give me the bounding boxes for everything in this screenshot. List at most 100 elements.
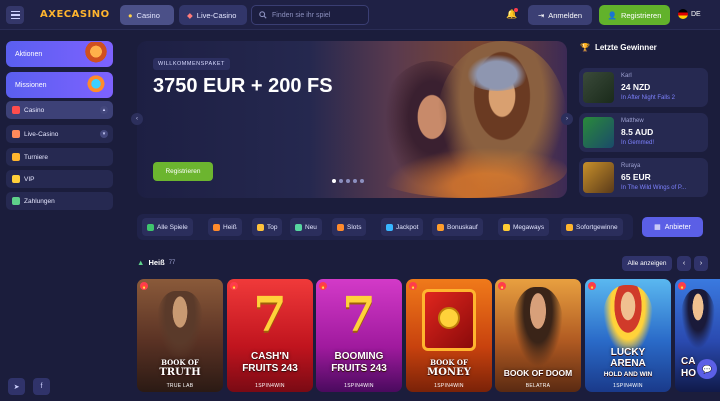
game-provider: BELATRA (525, 383, 551, 389)
sidebar-item-live-casino[interactable]: Live-Casino ▾ (6, 125, 113, 143)
category-neu[interactable]: Neu (290, 218, 322, 236)
providers-button[interactable]: ▦ Anbieter (642, 217, 703, 237)
game-card-lucky-arena[interactable]: 🔥 LUCKY ARENA HOLD AND WIN 1SPIN4WIN (585, 279, 671, 392)
sidebar-item-label: Zahlungen (24, 197, 55, 205)
hero-banner[interactable]: WILLKOMMENSPAKET 3750 EUR + 200 FS Regis… (137, 41, 567, 198)
category-label: Slots (347, 223, 362, 231)
winner-game-thumbnail (583, 117, 614, 148)
carousel-dot[interactable] (353, 179, 357, 183)
register-button[interactable]: 👤 Registrieren (599, 5, 670, 25)
new-icon (295, 223, 302, 231)
hot-badge-icon: 🔥 (498, 282, 506, 290)
nav-live-casino[interactable]: ◆ Live-Casino (179, 5, 247, 25)
facebook-icon[interactable]: f (33, 378, 50, 395)
character-art (157, 291, 203, 361)
carousel-dot[interactable] (360, 179, 364, 183)
hamburger-menu-icon[interactable] (6, 6, 24, 24)
slots-icon (337, 223, 344, 231)
winner-name: Matthew (621, 118, 644, 124)
hot-badge-icon: 🔥 (588, 282, 596, 290)
section-count: 77 (168, 259, 176, 266)
language-code: DE (691, 10, 701, 18)
winner-card[interactable]: Karl 24 NZD In After Night Falls 2 (579, 68, 708, 107)
carousel-prev-icon[interactable]: ‹ (131, 113, 143, 125)
category-megaways[interactable]: Megaways (498, 218, 550, 236)
login-button[interactable]: ⇥ Anmelden (528, 5, 592, 25)
live-chat-icon[interactable]: 💬 (697, 359, 717, 379)
winners-title-label: Letzte Gewinner (594, 43, 657, 52)
nav-casino[interactable]: ● Casino (120, 5, 174, 25)
crown-icon (12, 175, 20, 183)
bonus-icon (437, 223, 444, 231)
winner-card[interactable]: Matthew 8.5 AUD In Gemmed! (579, 113, 708, 152)
casino-chips-icon: ● (128, 10, 133, 20)
game-title-line2: TRUTH (159, 367, 201, 378)
category-label: Top (267, 223, 278, 231)
game-card-booming-fruits-243[interactable]: 7 🔥 BOOMING FRUITS 243 1SPIN4WIN (316, 279, 402, 392)
hero-illustration (367, 41, 567, 198)
category-label: Neu (305, 223, 317, 231)
sidebar-item-turniere[interactable]: Turniere (6, 148, 113, 166)
providers-label: Anbieter (664, 223, 691, 231)
carousel-dots (332, 179, 364, 183)
category-alle-spiele[interactable]: Alle Spiele (142, 218, 193, 236)
category-top[interactable]: Top (252, 218, 283, 236)
category-bonuskauf[interactable]: Bonuskauf (432, 218, 483, 236)
logo[interactable]: AXECASINO (40, 9, 110, 20)
missions-art-icon (83, 73, 109, 97)
game-card-cashn-fruits-243[interactable]: 7 🔥 CASH'N FRUITS 243 1SPIN4WIN (227, 279, 313, 392)
carousel-dot[interactable] (346, 179, 350, 183)
category-slots[interactable]: Slots (332, 218, 367, 236)
game-title-line2: FRUITS 243 (331, 363, 387, 374)
game-card-book-of-doom[interactable]: 🔥 BOOK OF DOOM BELATRA (495, 279, 581, 392)
sidebar-item-label: Live-Casino (24, 130, 59, 138)
category-label: Sofortgewinne (576, 223, 618, 231)
category-heiss[interactable]: Heiß (208, 218, 242, 236)
winner-game[interactable]: In Gemmed! (621, 140, 654, 146)
notification-bell-icon[interactable]: 🔔 (506, 8, 518, 21)
sidebar-item-zahlungen[interactable]: Zahlungen (6, 192, 113, 210)
carousel-dot[interactable] (339, 179, 343, 183)
sidebar-promo-missionen[interactable]: Missionen (6, 72, 113, 98)
sidebar-item-label: Turniere (24, 153, 48, 161)
game-title-line1: BOOMING (334, 351, 384, 362)
hero-badge: WILLKOMMENSPAKET (153, 58, 230, 70)
nav-casino-label: Casino (136, 10, 160, 20)
login-label: Anmelden (548, 10, 583, 20)
promotions-art-icon (83, 42, 109, 66)
game-provider: TRUE LAB (166, 383, 194, 389)
hot-badge-icon: 🔥 (319, 282, 327, 290)
chevron-up-icon[interactable]: ▴ (100, 106, 108, 114)
register-label: Registrieren (620, 10, 662, 20)
hero-title: 3750 EUR + 200 FS (153, 75, 333, 97)
winner-game-thumbnail (583, 162, 614, 193)
carousel-next-icon[interactable]: › (561, 113, 573, 125)
telegram-icon[interactable]: ➤ (8, 378, 25, 395)
winner-amount: 24 NZD (621, 82, 651, 92)
prev-page-icon[interactable]: ‹ (677, 256, 691, 271)
chevron-down-icon[interactable]: ▾ (100, 130, 108, 138)
game-title-line3: HOLD AND WIN (603, 371, 653, 378)
category-label: Megaways (513, 223, 545, 231)
sidebar-item-label: VIP (24, 175, 35, 183)
sidebar-promo-aktionen[interactable]: Aktionen (6, 41, 113, 67)
category-sofortgewinne[interactable]: Sofortgewinne (561, 218, 623, 236)
sidebar-item-vip[interactable]: VIP (6, 170, 113, 188)
lightning-icon (566, 223, 573, 231)
trophy-icon: 🏆 (580, 43, 590, 52)
sidebar-item-casino[interactable]: Casino ▴ (6, 101, 113, 119)
winner-game[interactable]: In The Wild Wings of P... (621, 185, 686, 191)
winner-card[interactable]: Ruraya 65 EUR In The Wild Wings of P... (579, 158, 708, 197)
carousel-dot[interactable] (332, 179, 336, 183)
show-all-button[interactable]: Alle anzeigen (622, 256, 672, 271)
language-selector[interactable]: DE (678, 9, 701, 19)
search-input[interactable]: Finden sie ihr spiel (251, 5, 369, 25)
game-card-book-of-money[interactable]: 🔥 BOOK OF MONEY 1SPIN4WIN (406, 279, 492, 392)
game-provider: 1SPIN4WIN (613, 383, 643, 389)
category-bar: Alle Spiele Heiß Top Neu Slots Jackpot B… (137, 214, 633, 240)
next-page-icon[interactable]: › (694, 256, 708, 271)
game-card-book-of-truth[interactable]: 🔥 BOOK OF TRUTH TRUE LAB (137, 279, 223, 392)
winner-game[interactable]: In After Night Falls 2 (621, 95, 675, 101)
hero-register-button[interactable]: Registrieren (153, 162, 213, 181)
category-jackpot[interactable]: Jackpot (381, 218, 424, 236)
